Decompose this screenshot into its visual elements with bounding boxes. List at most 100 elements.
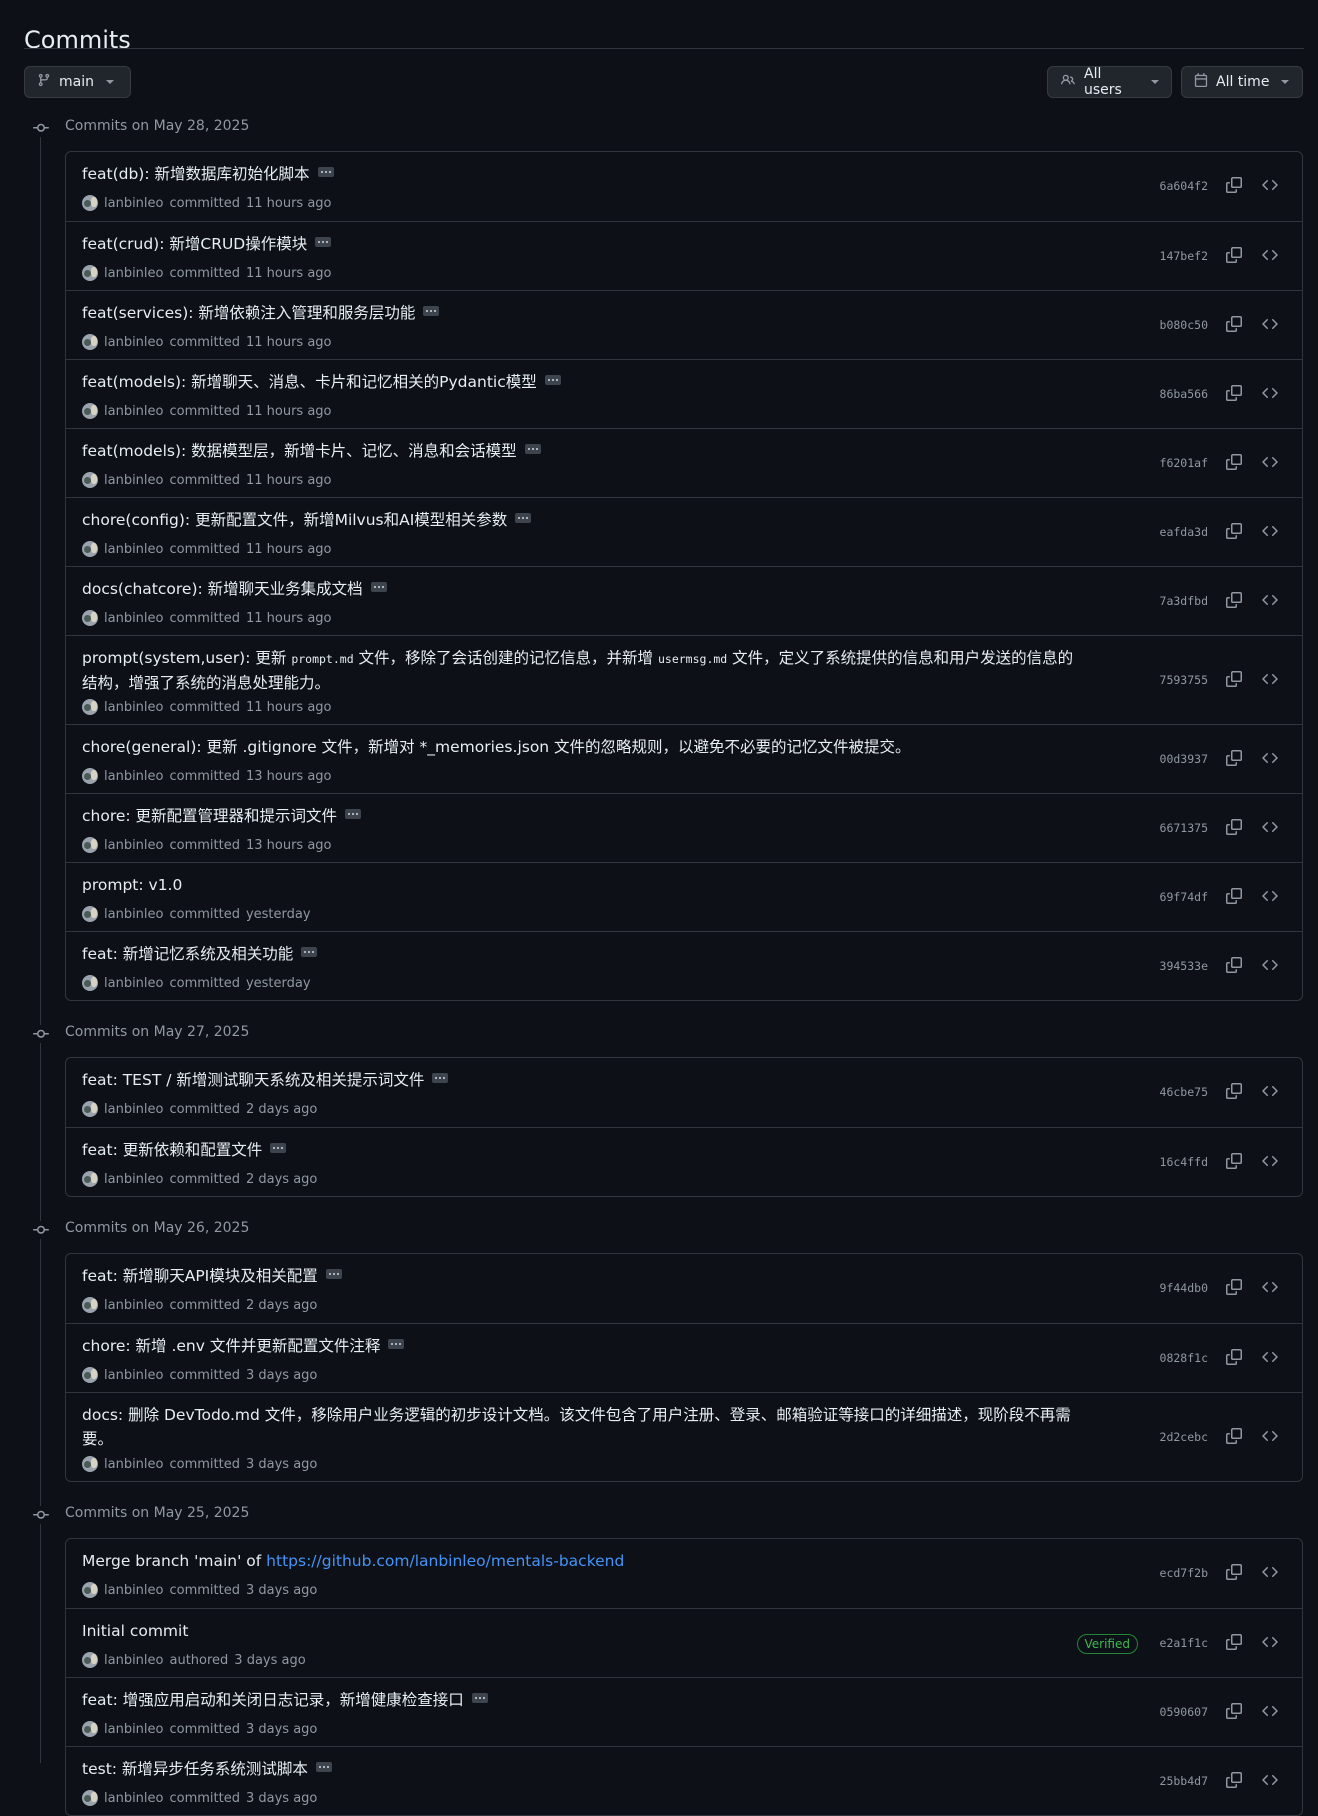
avatar[interactable] [82, 1367, 98, 1383]
copy-sha-button[interactable] [1220, 1149, 1248, 1177]
expand-description-icon[interactable] [388, 1338, 405, 1349]
author-name[interactable]: lanbinleo [104, 404, 163, 419]
expand-description-icon[interactable] [315, 1761, 332, 1772]
users-filter-button[interactable]: All users [1047, 66, 1172, 98]
time-filter-button[interactable]: All time [1181, 66, 1303, 98]
avatar[interactable] [82, 906, 98, 922]
commit-message[interactable]: feat: 新增记忆系统及相关功能 [82, 942, 1082, 966]
author-name[interactable]: lanbinleo [104, 1791, 163, 1806]
copy-sha-button[interactable] [1220, 953, 1248, 981]
browse-repo-button[interactable] [1256, 667, 1284, 695]
author-name[interactable]: lanbinleo [104, 1457, 163, 1472]
browse-repo-button[interactable] [1256, 1560, 1284, 1588]
copy-sha-button[interactable] [1220, 381, 1248, 409]
copy-sha-button[interactable] [1220, 312, 1248, 340]
author-name[interactable]: lanbinleo [104, 769, 163, 784]
commit-message[interactable]: docs(chatcore): 新增聊天业务集成文档 [82, 577, 1082, 601]
avatar[interactable] [82, 334, 98, 350]
copy-sha-button[interactable] [1220, 173, 1248, 201]
commit-sha[interactable]: 16c4ffd [1160, 1155, 1208, 1169]
avatar[interactable] [82, 1297, 98, 1313]
commit-sha[interactable]: 46cbe75 [1160, 1085, 1208, 1099]
commit-sha[interactable]: 2d2cebc [1160, 1430, 1208, 1444]
author-name[interactable]: lanbinleo [104, 838, 163, 853]
copy-sha-button[interactable] [1220, 815, 1248, 843]
expand-description-icon[interactable] [544, 374, 561, 385]
commit-sha[interactable]: 7a3dfbd [1160, 594, 1208, 608]
avatar[interactable] [82, 975, 98, 991]
browse-repo-button[interactable] [1256, 1424, 1284, 1452]
commit-sha[interactable]: b080c50 [1160, 318, 1208, 332]
browse-repo-button[interactable] [1256, 1768, 1284, 1796]
browse-repo-button[interactable] [1256, 312, 1284, 340]
commit-sha[interactable]: 6a604f2 [1160, 179, 1208, 193]
avatar[interactable] [82, 403, 98, 419]
author-name[interactable]: lanbinleo [104, 976, 163, 991]
commit-message[interactable]: docs: 删除 DevTodo.md 文件，移除用户业务逻辑的初步设计文档。该… [82, 1403, 1082, 1451]
commit-message[interactable]: feat(crud): 新增CRUD操作模块 [82, 232, 1082, 256]
author-name[interactable]: lanbinleo [104, 335, 163, 350]
browse-repo-button[interactable] [1256, 953, 1284, 981]
copy-sha-button[interactable] [1220, 1424, 1248, 1452]
commit-message[interactable]: feat: TEST / 新增测试聊天系统及相关提示词文件 [82, 1068, 1082, 1092]
browse-repo-button[interactable] [1256, 1630, 1284, 1658]
browse-repo-button[interactable] [1256, 381, 1284, 409]
author-name[interactable]: lanbinleo [104, 1172, 163, 1187]
browse-repo-button[interactable] [1256, 1275, 1284, 1303]
commit-sha[interactable]: 9f44db0 [1160, 1281, 1208, 1295]
commit-sha[interactable]: 69f74df [1160, 890, 1208, 904]
author-name[interactable]: lanbinleo [104, 196, 163, 211]
expand-description-icon[interactable] [515, 512, 532, 523]
expand-description-icon[interactable] [370, 581, 387, 592]
author-name[interactable]: lanbinleo [104, 1298, 163, 1313]
expand-description-icon[interactable] [315, 236, 332, 247]
author-name[interactable]: lanbinleo [104, 1102, 163, 1117]
copy-sha-button[interactable] [1220, 1345, 1248, 1373]
browse-repo-button[interactable] [1256, 519, 1284, 547]
author-name[interactable]: lanbinleo [104, 266, 163, 281]
author-name[interactable]: lanbinleo [104, 1722, 163, 1737]
copy-sha-button[interactable] [1220, 884, 1248, 912]
avatar[interactable] [82, 1101, 98, 1117]
expand-description-icon[interactable] [524, 443, 541, 454]
commit-message[interactable]: chore(config): 更新配置文件，新增Milvus和AI模型相关参数 [82, 508, 1082, 532]
avatar[interactable] [82, 610, 98, 626]
commit-sha[interactable]: eafda3d [1160, 525, 1208, 539]
copy-sha-button[interactable] [1220, 1560, 1248, 1588]
author-name[interactable]: lanbinleo [104, 473, 163, 488]
commit-message[interactable]: prompt(system,user): 更新 prompt.md 文件，移除了… [82, 646, 1082, 695]
browse-repo-button[interactable] [1256, 243, 1284, 271]
commit-message[interactable]: Initial commit [82, 1619, 1082, 1643]
commit-message[interactable]: feat: 增强应用启动和关闭日志记录，新增健康检查接口 [82, 1688, 1082, 1712]
commit-message[interactable]: chore: 新增 .env 文件并更新配置文件注释 [82, 1334, 1082, 1358]
copy-sha-button[interactable] [1220, 1079, 1248, 1107]
avatar[interactable] [82, 265, 98, 281]
copy-sha-button[interactable] [1220, 667, 1248, 695]
commit-sha[interactable]: 147bef2 [1160, 249, 1208, 263]
avatar[interactable] [82, 472, 98, 488]
copy-sha-button[interactable] [1220, 450, 1248, 478]
copy-sha-button[interactable] [1220, 1275, 1248, 1303]
copy-sha-button[interactable] [1220, 243, 1248, 271]
commit-sha[interactable]: 0828f1c [1160, 1351, 1208, 1365]
author-name[interactable]: lanbinleo [104, 611, 163, 626]
commit-sha[interactable]: f6201af [1160, 456, 1208, 470]
expand-description-icon[interactable] [325, 1268, 342, 1279]
avatar[interactable] [82, 837, 98, 853]
commit-message[interactable]: feat: 新增聊天API模块及相关配置 [82, 1264, 1082, 1288]
author-name[interactable]: lanbinleo [104, 1368, 163, 1383]
author-name[interactable]: lanbinleo [104, 907, 163, 922]
browse-repo-button[interactable] [1256, 1699, 1284, 1727]
commit-sha[interactable]: 7593755 [1160, 673, 1208, 687]
expand-description-icon[interactable] [317, 166, 334, 177]
author-name[interactable]: lanbinleo [104, 700, 163, 715]
copy-sha-button[interactable] [1220, 1630, 1248, 1658]
browse-repo-button[interactable] [1256, 1149, 1284, 1177]
commit-message[interactable]: test: 新增异步任务系统测试脚本 [82, 1757, 1082, 1781]
expand-description-icon[interactable] [423, 305, 440, 316]
expand-description-icon[interactable] [345, 808, 362, 819]
commit-message[interactable]: feat(services): 新增依赖注入管理和服务层功能 [82, 301, 1082, 325]
expand-description-icon[interactable] [432, 1072, 449, 1083]
browse-repo-button[interactable] [1256, 173, 1284, 201]
browse-repo-button[interactable] [1256, 1345, 1284, 1373]
